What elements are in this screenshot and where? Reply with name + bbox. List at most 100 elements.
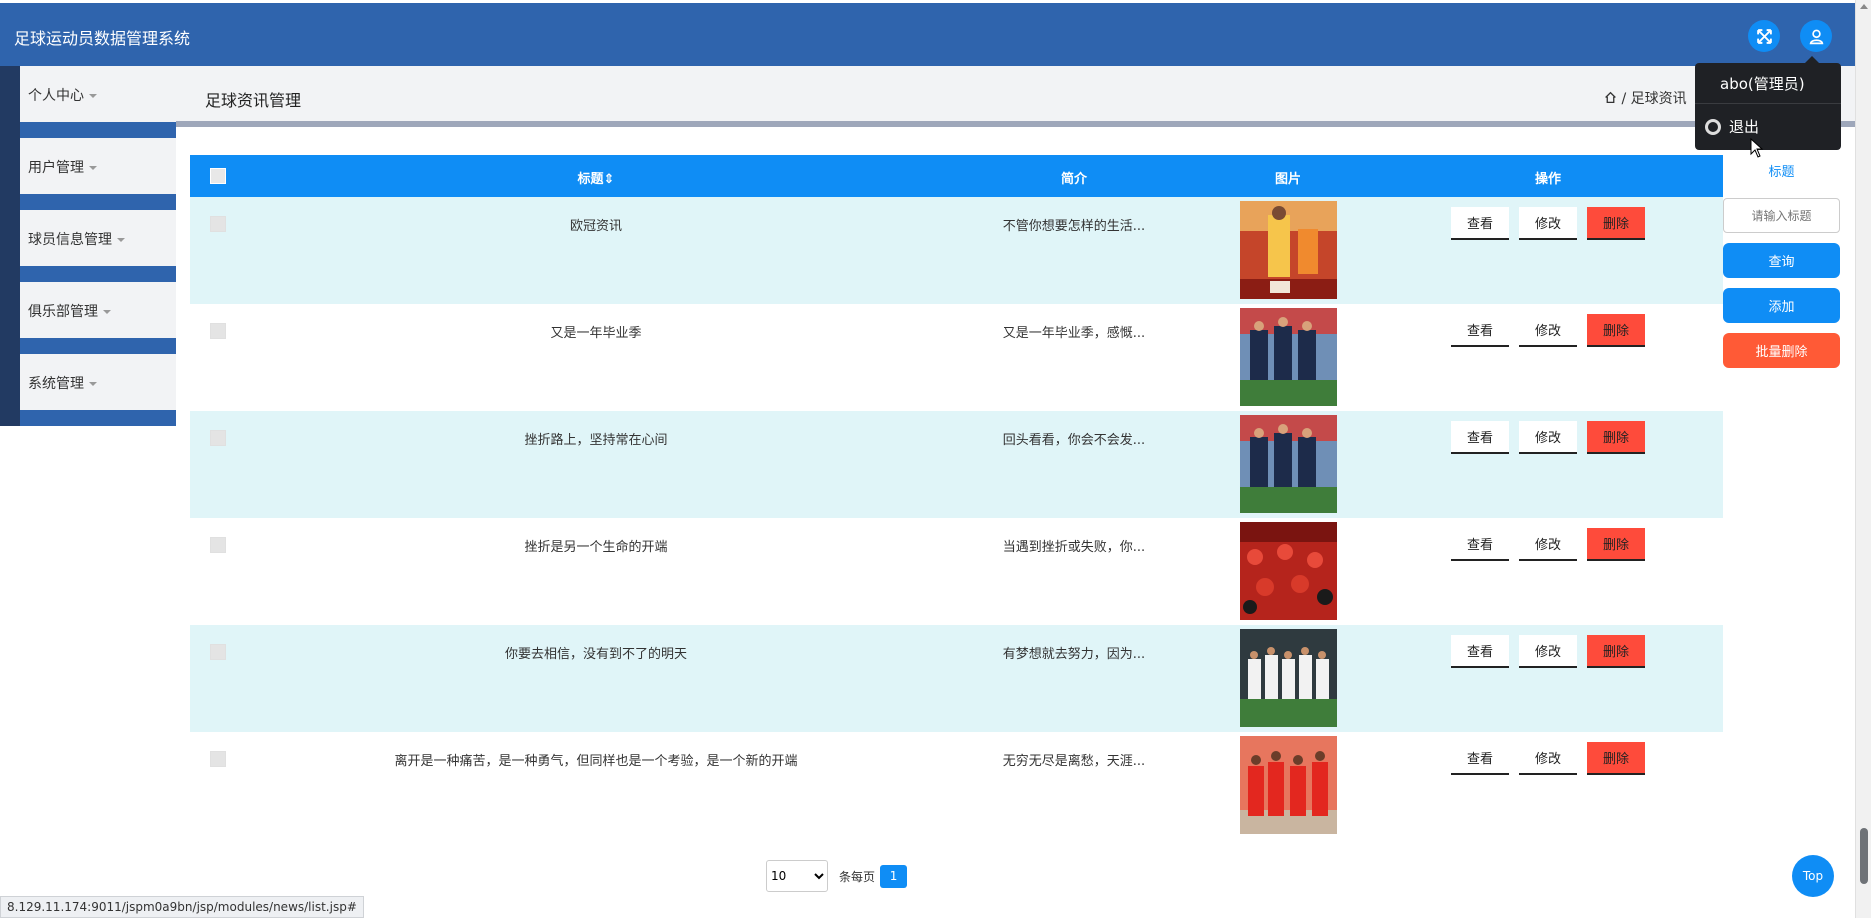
edit-button[interactable]: 修改 (1519, 742, 1577, 775)
sidebar-item-label: 球员信息管理 (28, 232, 112, 248)
page-size-select[interactable]: 10 (766, 860, 828, 892)
table-row: 离开是一种痛苦，是一种勇气，但同样也是一个考验，是一个新的开端 无穷无尽是离愁，… (190, 732, 1723, 839)
sidebar-item-label: 个人中心 (28, 88, 84, 104)
page-title: 足球资讯管理 (205, 91, 302, 110)
delete-button[interactable]: 删除 (1587, 742, 1645, 775)
back-to-top-button[interactable]: Top (1792, 855, 1834, 897)
view-button[interactable]: 查看 (1451, 421, 1509, 454)
scroll-up-arrow-icon[interactable] (1860, 4, 1868, 9)
user-dropdown-menu: abo(管理员) 退出 (1695, 56, 1841, 150)
status-bar-url: 8.129.11.174:9011/jspm0a9bn/jsp/modules/… (0, 896, 364, 918)
bulk-delete-button[interactable]: 批量删除 (1723, 333, 1840, 368)
page-number-button[interactable]: 1 (880, 864, 908, 888)
news-image (1240, 201, 1337, 299)
search-label: 标题 (1768, 165, 1795, 180)
view-button[interactable]: 查看 (1451, 635, 1509, 668)
table-row: 你要去相信，没有到不了的明天 有梦想就去努力，因为... 查看 修改 删除 (190, 625, 1723, 732)
sidebar-item-label: 系统管理 (28, 376, 84, 392)
fullscreen-button[interactable] (1748, 20, 1780, 52)
delete-button[interactable]: 删除 (1587, 528, 1645, 561)
view-button[interactable]: 查看 (1451, 742, 1509, 775)
news-table: 标题⇕ 简介 图片 操作 欧冠资讯 不管你想要怎样的生活... 查看 修改 删除… (190, 155, 1723, 839)
edit-button[interactable]: 修改 (1519, 528, 1577, 561)
breadcrumb: / 足球资讯 (1604, 88, 1687, 108)
row-title: 你要去相信，没有到不了的明天 (504, 647, 688, 662)
delete-button[interactable]: 删除 (1587, 635, 1645, 668)
mouse-cursor-icon (1750, 138, 1764, 158)
row-checkbox[interactable] (210, 537, 226, 553)
top-bar: 足球运动员数据管理系统 (0, 3, 1855, 66)
table-row: 挫折路上，坚持常在心间 回头看看，你会不会发... 查看 修改 删除 (190, 411, 1723, 518)
row-title: 欧冠资讯 (569, 219, 623, 234)
edit-button[interactable]: 修改 (1519, 314, 1577, 347)
sidebar-item-personal-center[interactable]: 个人中心 (0, 66, 176, 138)
logout-menu-item[interactable]: 退出 (1705, 116, 1759, 137)
breadcrumb-text[interactable]: / 足球资讯 (1621, 91, 1686, 107)
pagination: 10 条每页 1 (766, 860, 908, 892)
table-row: 挫折是另一个生命的开端 当遇到挫折或失败，你... 查看 修改 删除 (190, 518, 1723, 625)
vertical-scrollbar[interactable] (1855, 0, 1871, 918)
app-title: 足球运动员数据管理系统 (14, 29, 191, 48)
row-checkbox[interactable] (210, 323, 226, 339)
row-title: 离开是一种痛苦，是一种勇气，但同样也是一个考验，是一个新的开端 (394, 754, 798, 769)
sidebar-item-system-management[interactable]: 系统管理 (0, 354, 176, 426)
expand-icon (1756, 28, 1772, 44)
column-header-actions: 操作 (1534, 172, 1562, 187)
page-header: 足球资讯管理 / 足球资讯 (176, 66, 1855, 121)
sidebar-item-label: 用户管理 (28, 160, 84, 176)
user-icon (1809, 29, 1823, 44)
header-divider (176, 121, 1855, 127)
add-button[interactable]: 添加 (1723, 288, 1840, 323)
sidebar-item-user-management[interactable]: 用户管理 (0, 138, 176, 210)
caret-down-icon (117, 238, 125, 242)
select-all-checkbox[interactable] (210, 168, 226, 184)
sidebar-item-player-info[interactable]: 球员信息管理 (0, 210, 176, 282)
edit-button[interactable]: 修改 (1519, 421, 1577, 454)
row-checkbox[interactable] (210, 644, 226, 660)
row-intro: 有梦想就去努力，因为... (1002, 647, 1146, 662)
logout-label: 退出 (1729, 118, 1760, 136)
row-title: 挫折路上，坚持常在心间 (524, 433, 668, 448)
table-row: 又是一年毕业季 又是一年毕业季，感慨... 查看 修改 删除 (190, 304, 1723, 411)
row-intro: 不管你想要怎样的生活... (1002, 219, 1146, 234)
edit-button[interactable]: 修改 (1519, 635, 1577, 668)
sidebar: 个人中心 用户管理 球员信息管理 俱乐部管理 系统管理 (0, 66, 176, 426)
row-checkbox[interactable] (210, 216, 226, 232)
delete-button[interactable]: 删除 (1587, 207, 1645, 240)
table-row: 欧冠资讯 不管你想要怎样的生活... 查看 修改 删除 (190, 197, 1723, 304)
delete-button[interactable]: 删除 (1587, 314, 1645, 347)
user-name: abo(管理员) (1720, 75, 1805, 93)
row-checkbox[interactable] (210, 751, 226, 767)
row-title: 又是一年毕业季 (550, 326, 642, 341)
news-image (1240, 522, 1337, 620)
title-search-input[interactable] (1723, 198, 1840, 233)
table-header: 标题⇕ 简介 图片 操作 (190, 155, 1723, 197)
column-header-title[interactable]: 标题⇕ (578, 168, 615, 187)
view-button[interactable]: 查看 (1451, 207, 1509, 240)
home-icon[interactable] (1604, 91, 1617, 104)
column-header-image: 图片 (1274, 172, 1302, 187)
column-header-intro: 简介 (1060, 172, 1088, 187)
caret-down-icon (103, 310, 111, 314)
caret-down-icon (89, 94, 97, 98)
row-title: 挫折是另一个生命的开端 (524, 540, 668, 555)
per-page-label: 条每页 (839, 869, 876, 884)
news-image (1240, 308, 1337, 406)
news-image (1240, 629, 1337, 727)
view-button[interactable]: 查看 (1451, 314, 1509, 347)
row-checkbox[interactable] (210, 430, 226, 446)
edit-button[interactable]: 修改 (1519, 207, 1577, 240)
search-button[interactable]: 查询 (1723, 243, 1840, 278)
caret-down-icon (89, 166, 97, 170)
sidebar-item-club-management[interactable]: 俱乐部管理 (0, 282, 176, 354)
news-image (1240, 736, 1337, 834)
news-image (1240, 415, 1337, 513)
view-button[interactable]: 查看 (1451, 528, 1509, 561)
logout-icon (1705, 118, 1721, 135)
caret-down-icon (89, 382, 97, 386)
delete-button[interactable]: 删除 (1587, 421, 1645, 454)
user-button[interactable] (1800, 20, 1832, 52)
row-intro: 又是一年毕业季，感慨... (1002, 326, 1146, 341)
scrollbar-thumb[interactable] (1860, 828, 1868, 884)
sidebar-item-label: 俱乐部管理 (28, 304, 98, 320)
